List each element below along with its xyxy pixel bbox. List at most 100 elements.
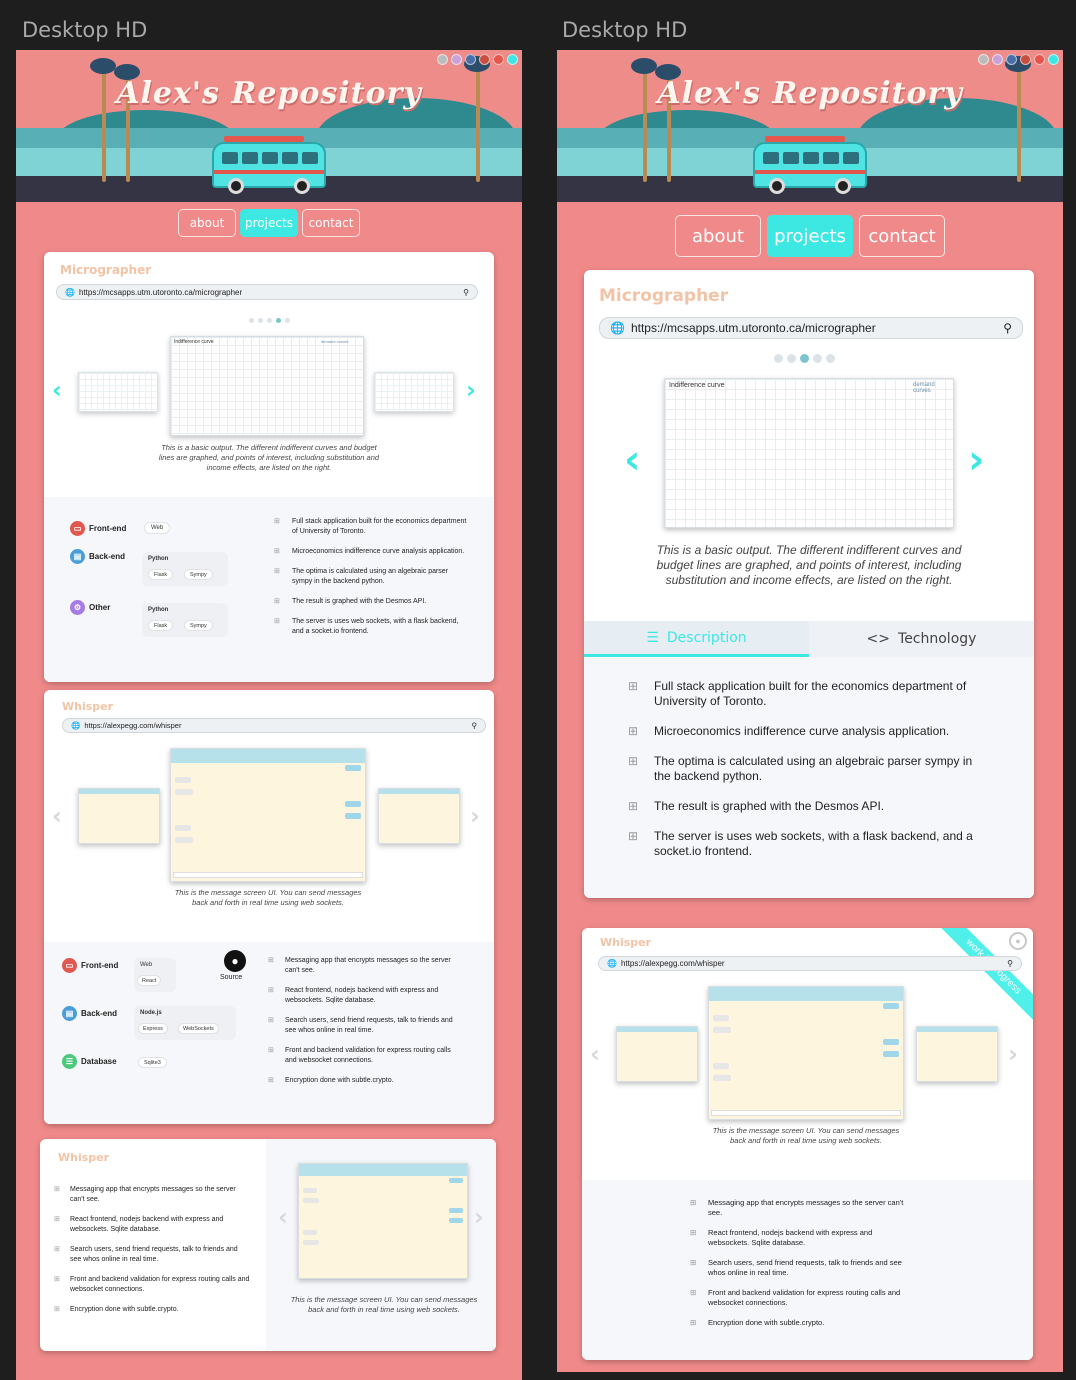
carousel-dot[interactable]	[276, 318, 281, 323]
project-title: Whisper	[58, 1151, 110, 1164]
swatch[interactable]	[507, 54, 518, 65]
tab-technology[interactable]: <> Technology	[809, 621, 1034, 657]
nav-contact[interactable]: contact	[302, 209, 360, 237]
search-icon[interactable]: ⚲	[472, 721, 478, 730]
swatch[interactable]	[493, 54, 504, 65]
tab-description[interactable]: ☰ Description	[584, 621, 809, 657]
screenshot-indifference-curve: Indifference curve demand curves	[664, 378, 954, 528]
url-text: https://mcsapps.utm.utoronto.ca/microgra…	[78, 287, 243, 297]
arrow-circle-icon: ⊞	[274, 598, 280, 605]
tech-label-text: Database	[81, 1057, 117, 1066]
url-bar[interactable]: 🌐 https://alexpegg.com/whisper ⚲	[598, 956, 1022, 971]
project-card-whisper: Whisper ● work in progress 🌐 https://ale…	[582, 928, 1033, 1360]
carousel-thumb-prev[interactable]	[616, 1026, 698, 1082]
carousel-thumb-prev[interactable]	[78, 372, 158, 412]
tech-label-text: Back-end	[81, 1009, 118, 1018]
carousel-dot[interactable]	[285, 318, 290, 323]
description-list: ⊞ Messaging app that encrypts messages so…	[268, 956, 464, 1096]
url-bar[interactable]: 🌐 https://mcsapps.utm.utoronto.ca/microg…	[599, 317, 1023, 339]
carousel-dot[interactable]	[787, 354, 796, 363]
carousel-thumb-next[interactable]	[374, 372, 454, 412]
swatch[interactable]	[1006, 54, 1017, 65]
swatch[interactable]	[479, 54, 490, 65]
description-item: ⊞ Full stack application built for the ec…	[628, 679, 967, 708]
carousel-thumb-next[interactable]	[378, 788, 460, 844]
chevron-right-icon[interactable]: ›	[474, 1205, 484, 1229]
nav-contact[interactable]: contact	[859, 215, 945, 257]
github-icon[interactable]: ●	[224, 950, 246, 972]
project-card-whisper-compact: Whisper ⊞ Messaging app that encrypts mes…	[40, 1139, 496, 1351]
nav-about[interactable]: about	[178, 209, 236, 237]
carousel-thumb-next[interactable]	[916, 1026, 998, 1082]
tech-group-title: Python	[148, 607, 169, 613]
swatch[interactable]	[1048, 54, 1059, 65]
chevron-right-icon[interactable]: ›	[1008, 1042, 1018, 1066]
project-title: Micrographer	[60, 263, 152, 277]
description-item: ⊞ Front and backend validation for expres…	[268, 1047, 451, 1064]
chevron-right-icon[interactable]: ›	[968, 440, 984, 480]
tech-backend: ▤ Back-end	[70, 549, 125, 564]
search-icon[interactable]: ⚲	[463, 288, 469, 297]
swatch[interactable]	[992, 54, 1003, 65]
chevron-left-icon[interactable]: ‹	[52, 378, 62, 402]
screenshot-chat-ui	[708, 986, 904, 1120]
arrow-circle-icon: ⊞	[690, 1288, 697, 1297]
arrow-circle-icon: ⊞	[628, 754, 639, 768]
theme-swatches[interactable]	[978, 54, 1059, 65]
chevron-right-icon[interactable]: ›	[470, 804, 480, 828]
carousel-dot[interactable]	[258, 318, 263, 323]
tech-database: ☰ Database	[62, 1054, 117, 1069]
arrow-circle-icon: ⊞	[54, 1276, 60, 1283]
description-item: ⊞ Encryption done with subtle.crypto.	[54, 1306, 179, 1313]
swatch[interactable]	[978, 54, 989, 65]
carousel-thumb-prev[interactable]	[78, 788, 160, 844]
hero-title: Alex's Repository	[657, 76, 963, 111]
nav-projects[interactable]: projects	[767, 215, 853, 257]
chevron-left-icon[interactable]: ‹	[52, 804, 62, 828]
carousel-dot[interactable]	[800, 354, 809, 363]
nav-projects[interactable]: projects	[240, 209, 298, 237]
source-link[interactable]: Source	[220, 974, 242, 981]
github-icon[interactable]: ●	[1009, 932, 1027, 950]
carousel-dot[interactable]	[249, 318, 254, 323]
swatch[interactable]	[451, 54, 462, 65]
url-bar[interactable]: 🌐 https://mcsapps.utm.utoronto.ca/microg…	[56, 284, 478, 300]
search-icon[interactable]: ⚲	[1003, 321, 1012, 335]
screenshot-indifference-curve: Indifference curve demand curves	[170, 336, 364, 436]
swatch[interactable]	[1020, 54, 1031, 65]
chevron-left-icon[interactable]: ‹	[590, 1042, 600, 1066]
tech-chip-flask: Flask	[148, 569, 174, 580]
url-bar[interactable]: 🌐 https://alexpegg.com/whisper ⚲	[62, 718, 486, 733]
description-item: ⊞ The server is uses web sockets, with a …	[628, 829, 973, 858]
swatch[interactable]	[1034, 54, 1045, 65]
description-item: ⊞ Full stack application built for the ec…	[274, 518, 467, 535]
tech-chip-sqlite3: Sqlite3	[138, 1057, 167, 1068]
carousel-dot[interactable]	[813, 354, 822, 363]
tech-frontend: ▭ Front-end	[62, 958, 118, 973]
shot-title: Indifference curve	[669, 382, 725, 389]
swatch[interactable]	[437, 54, 448, 65]
tech-group-nodejs: Node.js Express WebSockets	[134, 1006, 236, 1040]
arrow-circle-icon: ⊞	[268, 1017, 274, 1024]
theme-swatches[interactable]	[437, 54, 518, 65]
tech-chip-sympy: Sympy	[184, 620, 213, 631]
description-item: ⊞ Front and backend validation for expres…	[54, 1276, 250, 1293]
hero-title: Alex's Repository	[116, 76, 422, 111]
chevron-right-icon[interactable]: ›	[466, 378, 476, 402]
url-text: https://alexpegg.com/whisper	[84, 721, 182, 730]
carousel-dot[interactable]	[774, 354, 783, 363]
artboard-title: Desktop HD	[22, 18, 148, 42]
monitor-icon: ▭	[62, 958, 77, 973]
carousel-dot[interactable]	[826, 354, 835, 363]
gear-icon: ⚙	[70, 600, 85, 615]
url-text: https://mcsapps.utm.utoronto.ca/microgra…	[630, 321, 876, 335]
arrow-circle-icon: ⊞	[268, 1077, 274, 1084]
search-icon[interactable]: ⚲	[1007, 959, 1013, 968]
chevron-left-icon[interactable]: ‹	[278, 1205, 288, 1229]
carousel-dot[interactable]	[267, 318, 272, 323]
project-title: Whisper	[600, 936, 652, 949]
nav-about[interactable]: about	[675, 215, 761, 257]
chevron-left-icon[interactable]: ‹	[624, 440, 640, 480]
description-item: ⊞ Search users, send friend requests, tal…	[690, 1258, 902, 1277]
swatch[interactable]	[465, 54, 476, 65]
